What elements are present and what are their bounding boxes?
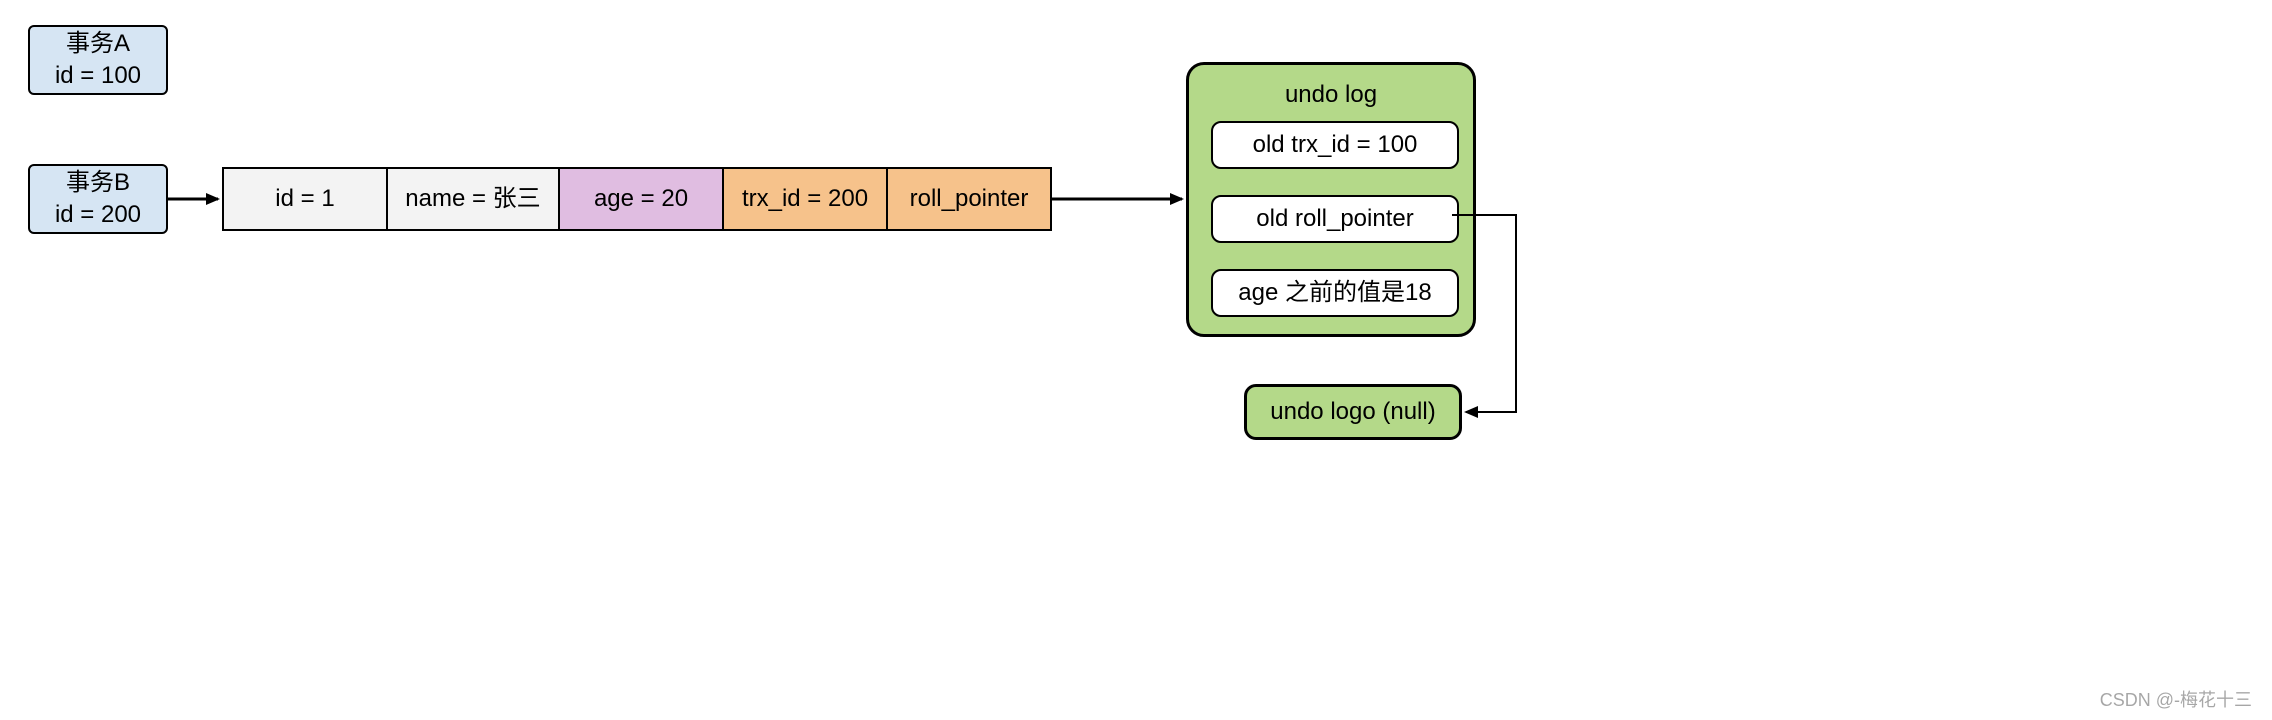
transaction-b-box: 事务B id = 200 [28,164,168,234]
undo-log-item-old-age: age 之前的值是18 [1211,269,1459,317]
diagram-stage: 事务A id = 100 事务B id = 200 id = 1 name = … [0,0,2272,720]
undo-log-item-old-roll-pointer: old roll_pointer [1211,195,1459,243]
row-cell-id: id = 1 [222,167,388,231]
watermark-text: CSDN @-梅花十三 [2100,686,2252,712]
undo-log-container: undo log old trx_id = 100 old roll_point… [1186,62,1476,337]
arrows-layer [0,0,2272,720]
row-cell-age: age = 20 [558,167,724,231]
transaction-a-box: 事务A id = 100 [28,25,168,95]
undo-log-item-old-trx: old trx_id = 100 [1211,121,1459,169]
row-cell-name: name = 张三 [386,167,560,231]
undo-log-title: undo log [1189,79,1473,111]
row-cell-roll-pointer: roll_pointer [886,167,1052,231]
row-cell-trx-id: trx_id = 200 [722,167,888,231]
undo-log-null-box: undo logo (null) [1244,384,1462,440]
